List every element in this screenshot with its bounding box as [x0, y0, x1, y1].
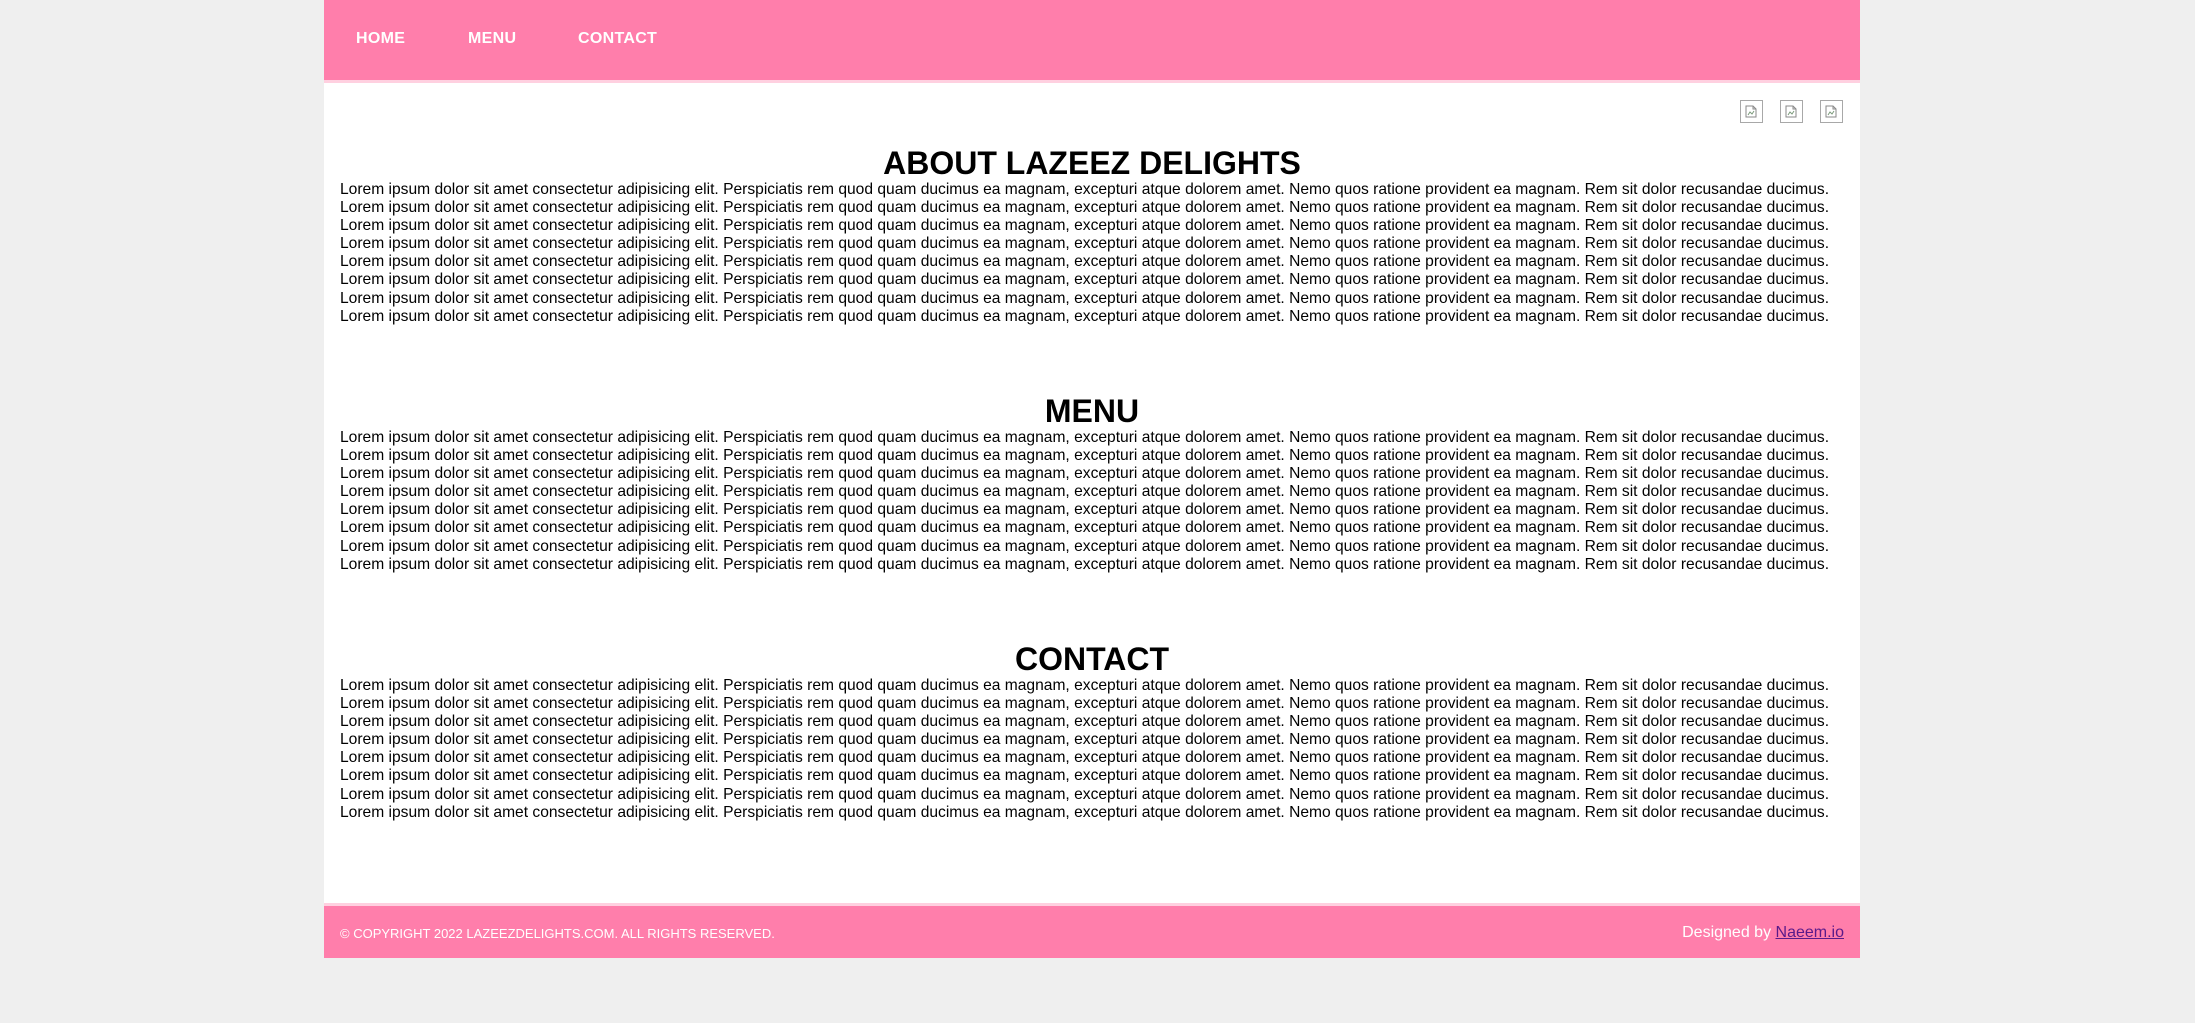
contact-heading: CONTACT [1014, 641, 1170, 677]
menu-text: Lorem ipsum dolor sit amet consectetur a… [340, 429, 1830, 573]
broken-image-glyph [1785, 105, 1797, 118]
copyright-text: © COPYRIGHT 2022 LAZEEZDELIGHTS.COM. ALL… [340, 926, 775, 941]
about-heading: ABOUT LAZEEZ DELIGHTS [883, 145, 1301, 181]
nav-contact-link[interactable]: CONTACT [578, 30, 657, 48]
designer-link[interactable]: Naeem.io [1776, 924, 1844, 941]
broken-image-glyph [1825, 105, 1837, 118]
footer: © COPYRIGHT 2022 LAZEEZDELIGHTS.COM. ALL… [324, 903, 1860, 958]
nav-home-link[interactable]: HOME [356, 30, 405, 48]
broken-image-icon[interactable] [1780, 100, 1803, 123]
broken-image-icon[interactable] [1820, 100, 1843, 123]
designed-by-label: Designed by [1682, 924, 1776, 941]
menu-heading: MENU [1044, 393, 1140, 429]
designed-by: Designed by Naeem.io [1682, 924, 1844, 942]
broken-image-icon[interactable] [1740, 100, 1763, 123]
page-container: HOME MENU CONTACT ABOUT LAZEEZ DELIGHTS … [324, 0, 1860, 958]
nav-menu-link[interactable]: MENU [468, 30, 516, 48]
about-text: Lorem ipsum dolor sit amet consectetur a… [340, 181, 1830, 325]
broken-image-glyph [1745, 105, 1757, 118]
contact-text: Lorem ipsum dolor sit amet consectetur a… [340, 677, 1830, 821]
top-navbar: HOME MENU CONTACT [324, 0, 1860, 83]
